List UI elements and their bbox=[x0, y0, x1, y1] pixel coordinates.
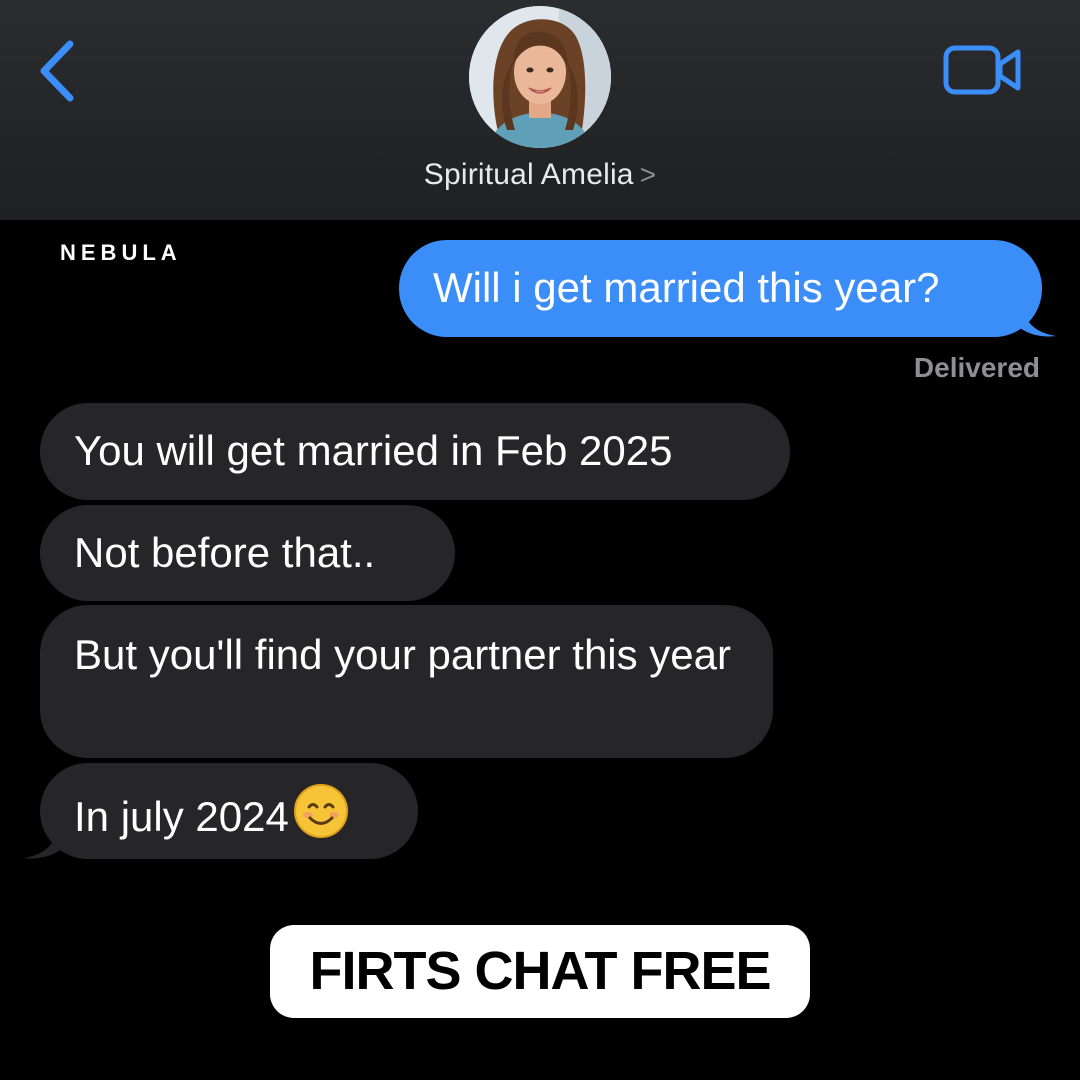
incoming-bubble-tail bbox=[24, 822, 60, 859]
incoming-message-bubble[interactable]: But you'll find your partner this year bbox=[40, 605, 773, 758]
incoming-message-bubble[interactable]: Not before that.. bbox=[40, 505, 455, 601]
contact-name-button[interactable]: Spiritual Amelia > bbox=[0, 158, 1080, 192]
incoming-message-bubble[interactable]: In july 2024 bbox=[40, 763, 418, 859]
avatar-photo bbox=[469, 6, 611, 148]
video-call-button[interactable] bbox=[940, 40, 1024, 100]
video-camera-icon bbox=[943, 45, 1021, 95]
chevron-right-icon: > bbox=[639, 159, 657, 190]
smiling-face-icon bbox=[293, 784, 348, 838]
outgoing-bubble-tail bbox=[1020, 300, 1056, 337]
outgoing-message-bubble[interactable]: Will i get married this year? bbox=[399, 240, 1042, 337]
contact-name-label: Spiritual Amelia bbox=[423, 158, 634, 191]
message-text: In july 2024 bbox=[74, 793, 289, 840]
back-button[interactable] bbox=[30, 36, 90, 106]
delivered-status: Delivered bbox=[913, 352, 1040, 383]
message-text: But you'll find your partner this year bbox=[74, 631, 732, 678]
message-text: Not before that.. bbox=[74, 529, 376, 576]
chat-header: Spiritual Amelia > bbox=[0, 0, 1080, 220]
chevron-left-icon bbox=[40, 40, 74, 102]
message-text: Will i get married this year? bbox=[433, 264, 940, 311]
brand-logo: NEBULA bbox=[60, 240, 182, 265]
contact-avatar[interactable] bbox=[469, 6, 611, 148]
first-chat-free-button[interactable]: FIRTS CHAT FREE bbox=[270, 925, 810, 1018]
incoming-message-bubble[interactable]: You will get married in Feb 2025 bbox=[40, 403, 790, 500]
message-text: You will get married in Feb 2025 bbox=[74, 427, 673, 474]
